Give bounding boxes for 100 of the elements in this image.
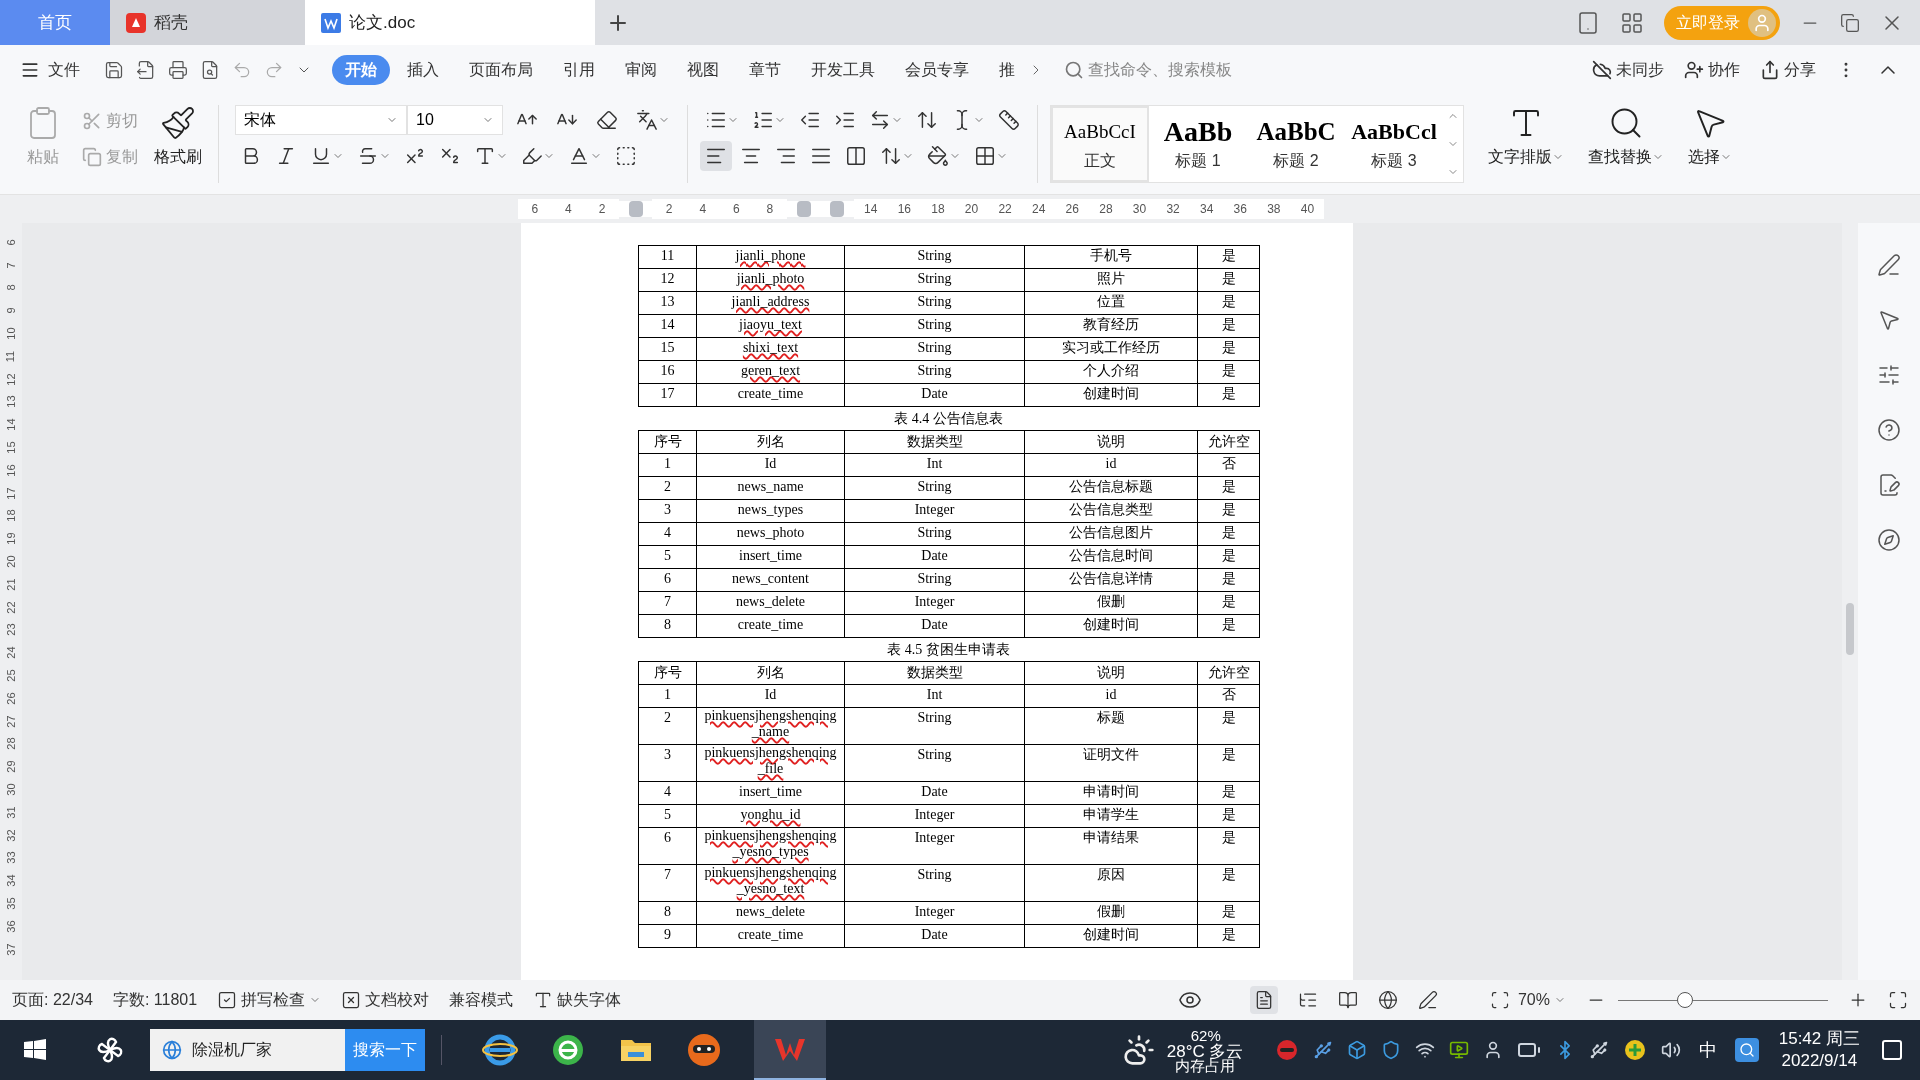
wifi-icon[interactable] (1414, 1040, 1435, 1060)
table-cell-text: 实习或工作经历 (1062, 340, 1160, 357)
weather-icon[interactable] (1122, 1034, 1155, 1066)
taskbar-search-field[interactable]: 除湿机厂家 (150, 1029, 345, 1071)
status-button[interactable]: 缺失字体 (533, 988, 622, 1012)
ribbon-tab[interactable]: 会员专享 (892, 55, 982, 85)
restore-icon[interactable] (1840, 12, 1860, 33)
table-cell-text: 6 (664, 571, 671, 588)
ribbon-tab[interactable]: 章节 (736, 55, 794, 85)
tray-app-icon[interactable] (1622, 1038, 1647, 1062)
table-cell-text: String (917, 363, 952, 380)
toolbar-action[interactable]: 分享 (1760, 58, 1816, 82)
document-icon[interactable] (1877, 473, 1901, 497)
slider-thumb[interactable] (1677, 992, 1694, 1008)
preview-icon[interactable] (200, 60, 220, 80)
ribbon-tab[interactable]: 引用 (550, 55, 608, 85)
column-header: 序号 (653, 665, 682, 680)
ribbon-tool-button[interactable]: 选择 (1688, 105, 1732, 169)
toolbar-action[interactable]: 协作 (1684, 58, 1740, 82)
table-cell-text: Date (921, 548, 948, 565)
write-view-icon[interactable] (1417, 990, 1438, 1010)
tablet-icon[interactable] (1576, 10, 1600, 35)
fullscreen-icon[interactable] (1888, 990, 1908, 1010)
table-cell-text: jiaoyu_text (739, 317, 802, 334)
active-app-icon[interactable] (754, 1020, 826, 1080)
table-cell-text: 9 (664, 927, 671, 944)
text-effect-icon (474, 145, 496, 167)
ruler-marker[interactable] (796, 201, 811, 217)
ribbon-tab[interactable]: 推 (986, 55, 1028, 85)
save-icon[interactable] (104, 60, 124, 80)
file-menu[interactable]: 文件 (20, 58, 80, 82)
table-cell-text: pinkuensjhengshenqing_yesno_types (703, 828, 838, 861)
settings-icon[interactable] (1877, 363, 1901, 387)
table-cell-text: 5 (664, 548, 671, 565)
ribbon-tab[interactable]: 页面布局 (456, 55, 546, 85)
status-button[interactable]: 文档校对 (341, 988, 430, 1012)
search-icon[interactable] (1734, 1038, 1759, 1062)
font-name-select[interactable]: 宋体 (235, 105, 407, 135)
ruler-number: 18 (5, 509, 17, 523)
style-option[interactable]: AaBbCcI 正文 (1051, 106, 1149, 182)
volume-icon[interactable] (1660, 1040, 1681, 1060)
ruler-number: 18 (921, 199, 955, 219)
table-cell-text: Date (921, 617, 948, 634)
toolbar-action[interactable]: 未同步 (1592, 58, 1664, 82)
table-cell-text: create_time (737, 386, 804, 403)
reading-view-icon[interactable] (1337, 990, 1358, 1010)
ribbon-tool-button[interactable]: 文字排版 (1488, 105, 1564, 169)
ribbon-tab[interactable]: 开发工具 (798, 55, 888, 85)
align-button[interactable] (700, 141, 732, 171)
zoom-select[interactable]: 70% (1517, 988, 1566, 1012)
edit-icon[interactable] (1877, 253, 1901, 277)
ruler-number: 8 (753, 199, 787, 219)
input-method[interactable]: 中 (1698, 1036, 1717, 1064)
ribbon-tab[interactable]: 视图 (674, 55, 732, 85)
browser-icon[interactable] (550, 1032, 586, 1068)
start-icon[interactable] (23, 1038, 47, 1062)
user-plus-icon (1684, 60, 1704, 80)
status-button[interactable]: 兼容模式 (449, 988, 514, 1012)
ruler-number: 30 (1122, 199, 1157, 219)
ribbon-tool-button[interactable]: 查找替换 (1588, 105, 1664, 169)
table-cell-text: 是 (1221, 571, 1236, 588)
font-size-select[interactable]: 10 (407, 105, 503, 135)
style-option[interactable]: AaBbC 标题 2 (1247, 106, 1345, 182)
print-icon[interactable] (168, 60, 188, 80)
scrollbar-thumb[interactable] (1846, 603, 1854, 655)
ruler-number: 36 (1223, 199, 1258, 219)
browser-icon[interactable] (482, 1032, 518, 1068)
document-tab[interactable]: 论文.doc (305, 0, 595, 45)
document-tab[interactable]: 稻壳 (110, 0, 305, 45)
web-view-icon[interactable] (1377, 990, 1398, 1010)
table-cell-text: id (1105, 687, 1117, 704)
compass-icon[interactable] (1877, 528, 1901, 552)
ruler-number: 24 (5, 646, 17, 659)
ruler-number: 16 (5, 464, 17, 477)
ribbon-tab[interactable]: 审阅 (612, 55, 670, 85)
table-cell-text: news_name (737, 479, 804, 496)
ribbon-tab[interactable]: 插入 (394, 55, 452, 85)
help-icon[interactable] (1877, 418, 1901, 442)
usb-icon[interactable] (1312, 1040, 1333, 1060)
table-cell-text: String (917, 271, 952, 288)
ruler-number: 27 (5, 715, 17, 728)
ruler-number: 6 (518, 199, 552, 219)
table-cell-text: 是 (1221, 617, 1236, 634)
ruler-marker[interactable] (628, 201, 643, 217)
pointer-icon[interactable] (1877, 308, 1901, 332)
ruler-marker[interactable] (830, 201, 845, 217)
zoom-slider[interactable] (1618, 992, 1828, 1008)
app-icon[interactable] (686, 1032, 722, 1068)
table-cell-text: 申请结果 (1083, 830, 1139, 847)
status-button[interactable]: 拼写检查 (217, 988, 322, 1012)
style-option[interactable]: AaBbCcl 标题 3 (1345, 106, 1443, 182)
command-search-field[interactable]: 查找命令、搜索模板 (1064, 58, 1274, 82)
fit-page-icon[interactable] (1489, 990, 1510, 1010)
table-cell-text: 创建时间 (1083, 927, 1139, 944)
export-icon[interactable] (136, 60, 156, 80)
notification-icon[interactable] (1880, 1038, 1904, 1062)
grid-icon[interactable] (1620, 10, 1644, 35)
style-option[interactable]: AaBb 标题 1 (1149, 106, 1247, 182)
format-painter-button[interactable]: 格式刷 (154, 105, 202, 169)
x-square-icon (341, 990, 362, 1010)
